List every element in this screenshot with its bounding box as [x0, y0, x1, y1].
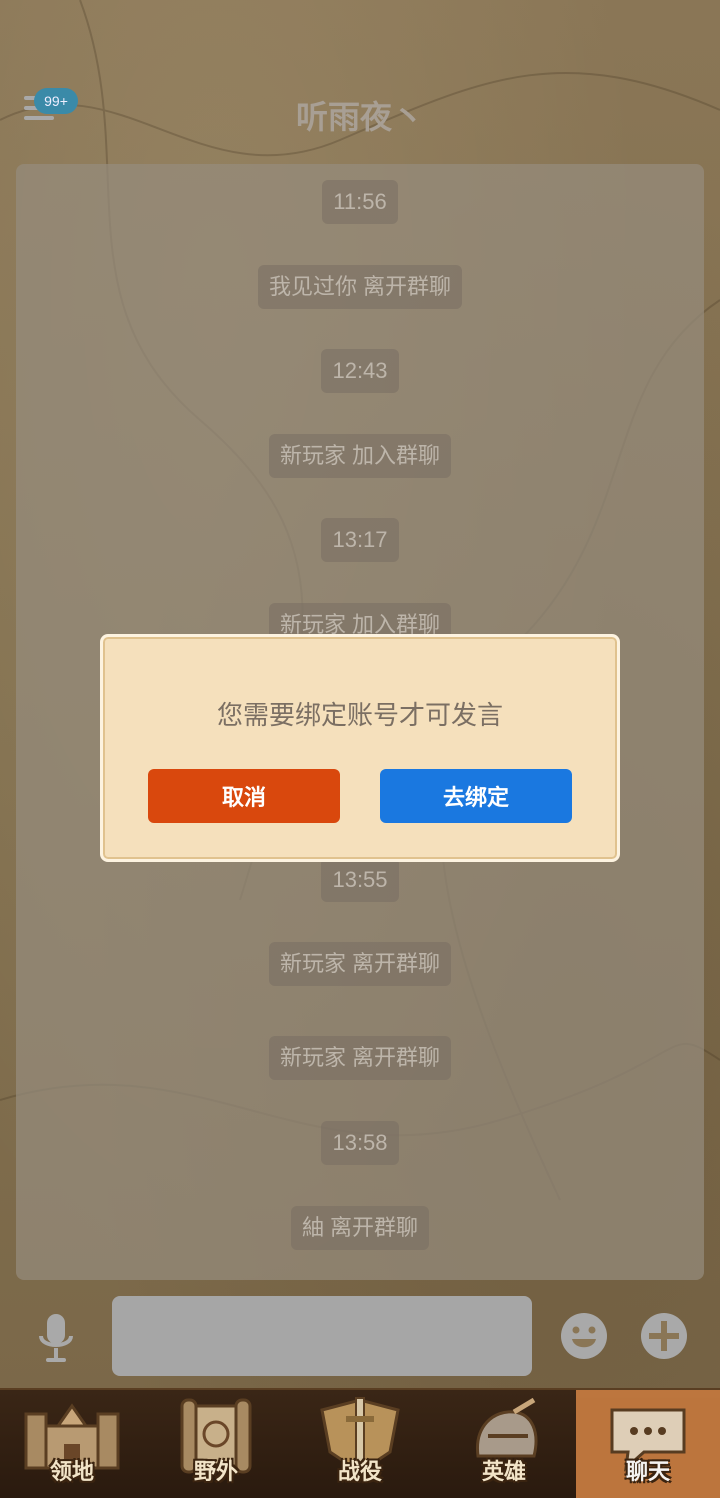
dialog-message: 您需要绑定账号才可发言 — [216, 700, 503, 730]
bind-account-dialog: 您需要绑定账号才可发言 取消 去绑定 — [100, 634, 620, 862]
cancel-button[interactable]: 取消 — [148, 769, 340, 823]
bind-account-button[interactable]: 去绑定 — [380, 769, 572, 823]
